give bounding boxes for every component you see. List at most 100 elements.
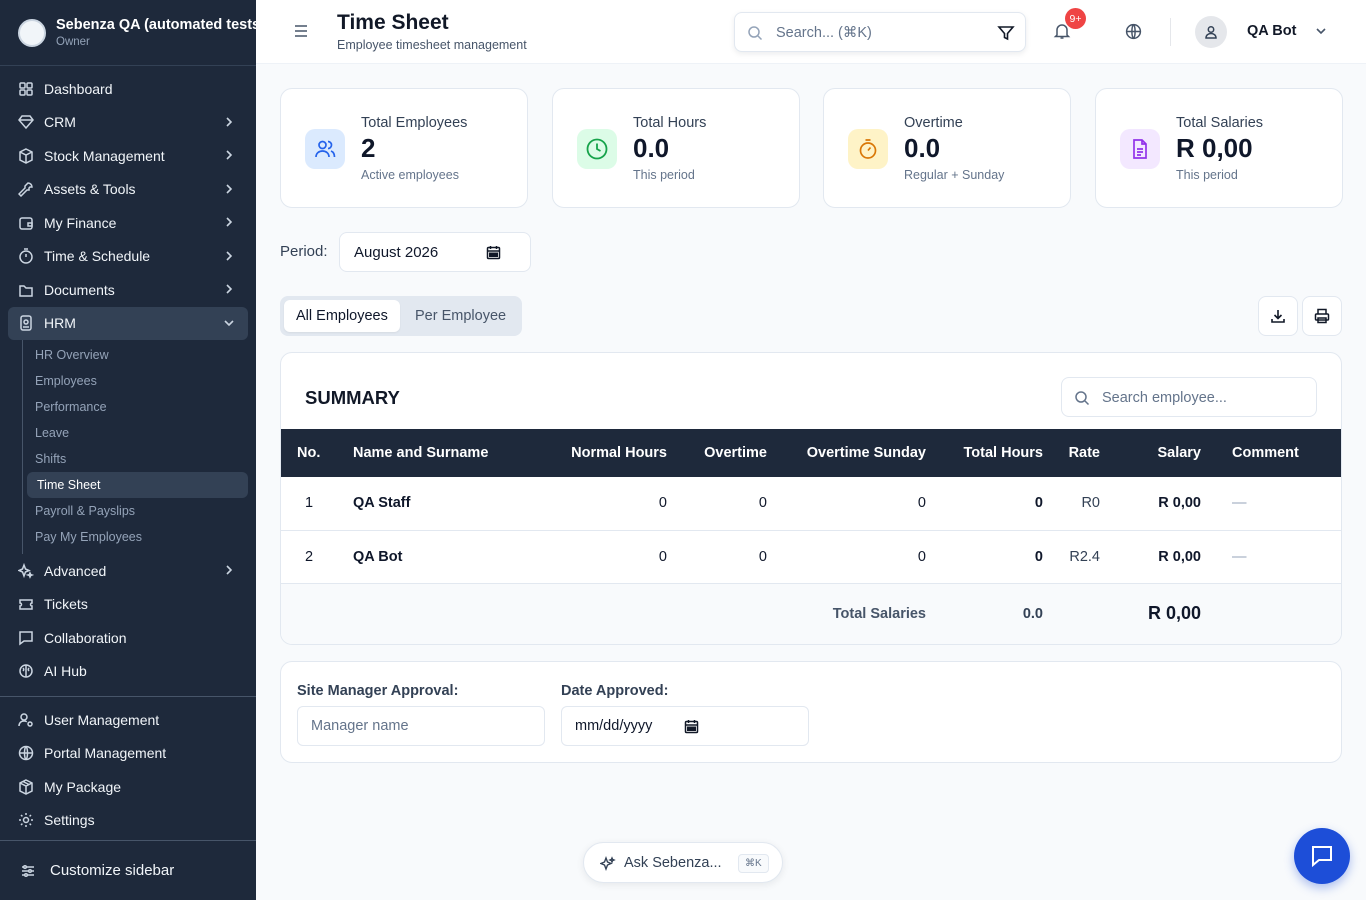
sidebar-subitem-performance[interactable]: Performance bbox=[35, 394, 248, 420]
menu-icon[interactable] bbox=[292, 22, 310, 40]
stat-label: Total Employees bbox=[361, 115, 468, 131]
calendar-icon[interactable] bbox=[486, 245, 501, 260]
approval-panel: Site Manager Approval: Manager name Date… bbox=[280, 661, 1342, 763]
stat-card-total-employees: Total Employees 2 Active employees bbox=[280, 88, 528, 208]
search-icon bbox=[1075, 391, 1090, 406]
view-tabs: All Employees Per Employee bbox=[280, 296, 522, 336]
sidebar-item-documents[interactable]: Documents bbox=[0, 273, 256, 307]
sidebar-item-time-schedule[interactable]: Time & Schedule bbox=[0, 240, 256, 274]
user-cog-icon bbox=[18, 712, 34, 728]
sidebar-item-label: HRM bbox=[44, 315, 76, 332]
org-switcher[interactable]: Sebenza QA (automated tests) Owner bbox=[0, 0, 256, 66]
sidebar-item-collaboration[interactable]: Collaboration bbox=[0, 621, 256, 655]
sidebar-subitem-leave[interactable]: Leave bbox=[35, 420, 248, 446]
global-search-input[interactable]: Search... (⌘K) bbox=[734, 12, 1026, 52]
sidebar-item-dashboard[interactable]: Dashboard bbox=[0, 72, 256, 106]
period-month-input[interactable]: August 2026 bbox=[339, 232, 531, 272]
sidebar-item-label: Advanced bbox=[44, 562, 107, 579]
column-header: Overtime Sunday bbox=[806, 445, 926, 461]
org-name: Sebenza QA (automated tests) bbox=[56, 16, 256, 33]
stat-label: Total Hours bbox=[633, 115, 707, 131]
sidebar-item-advanced[interactable]: Advanced bbox=[0, 554, 256, 588]
column-header: Total Hours bbox=[963, 445, 1043, 461]
sidebar-subitem-employees[interactable]: Employees bbox=[35, 368, 248, 394]
sidebar-item-assets-tools[interactable]: Assets & Tools bbox=[0, 173, 256, 207]
date-approved-input[interactable]: mm/dd/yyyy bbox=[561, 706, 809, 746]
stat-sub: This period bbox=[633, 168, 695, 182]
avatar[interactable] bbox=[1195, 16, 1227, 48]
sidebar-item-settings[interactable]: Settings bbox=[0, 804, 256, 838]
printer-icon bbox=[1314, 308, 1330, 324]
stat-sub: Regular + Sunday bbox=[904, 168, 1005, 182]
sidebar-nav: Dashboard CRM Stock Management Assets & … bbox=[0, 66, 256, 837]
column-header: Salary bbox=[1157, 445, 1201, 461]
sidebar-subitem-time-sheet[interactable]: Time Sheet bbox=[27, 472, 248, 498]
stat-card-total-hours: Total Hours 0.0 This period bbox=[552, 88, 800, 208]
stat-label: Overtime bbox=[904, 115, 963, 131]
sidebar-item-label: Time & Schedule bbox=[44, 248, 151, 265]
notifications-badge: 9+ bbox=[1065, 8, 1086, 29]
cell-name: QA Bot bbox=[353, 548, 403, 565]
globe-icon[interactable] bbox=[1125, 23, 1142, 40]
cell-salary: R 0,00 bbox=[1158, 548, 1201, 565]
customize-sidebar-button[interactable]: Customize sidebar bbox=[0, 840, 256, 900]
chevron-right-icon bbox=[226, 183, 233, 194]
period-label: Period: bbox=[280, 243, 328, 260]
column-header: No. bbox=[297, 445, 321, 461]
sidebar-subitem-shifts[interactable]: Shifts bbox=[35, 446, 248, 472]
employee-search-input[interactable]: Search employee... bbox=[1061, 377, 1317, 417]
document-icon bbox=[1120, 129, 1160, 169]
table-row[interactable]: 2 QA Bot 0 0 0 0 R2.4 R 0,00 — bbox=[281, 530, 1341, 583]
ask-assistant-button[interactable]: Ask Sebenza... ⌘K bbox=[583, 842, 783, 883]
sidebar-item-crm[interactable]: CRM bbox=[0, 106, 256, 140]
sidebar-subitem-pay-my-employees[interactable]: Pay My Employees bbox=[35, 524, 248, 550]
cell-total-hours: 0 bbox=[1034, 548, 1043, 565]
filter-icon[interactable] bbox=[997, 24, 1015, 42]
sidebar-item-tickets[interactable]: Tickets bbox=[0, 588, 256, 622]
sidebar-item-user-management[interactable]: User Management bbox=[0, 703, 256, 737]
cell-comment[interactable]: — bbox=[1201, 477, 1341, 530]
stat-value: 0.0 bbox=[904, 133, 941, 163]
search-placeholder: Search... (⌘K) bbox=[776, 25, 872, 41]
chevron-down-icon[interactable] bbox=[1314, 24, 1328, 38]
user-icon bbox=[1205, 26, 1217, 39]
column-header: Comment bbox=[1232, 445, 1299, 461]
folder-icon bbox=[18, 282, 34, 298]
download-button[interactable] bbox=[1258, 296, 1298, 336]
stat-value: R 0,00 bbox=[1176, 133, 1253, 163]
sidebar-item-my-package[interactable]: My Package bbox=[0, 770, 256, 804]
user-name[interactable]: QA Bot bbox=[1247, 23, 1296, 39]
table-row[interactable]: 1 QA Staff 0 0 0 0 R0 R 0,00 — bbox=[281, 477, 1341, 530]
sidebar-subitem-payroll-payslips[interactable]: Payroll & Payslips bbox=[35, 498, 248, 524]
sidebar-item-label: Documents bbox=[44, 281, 115, 298]
sidebar-item-ai-hub[interactable]: AI Hub bbox=[0, 655, 256, 689]
sidebar-subitem-hr-overview[interactable]: HR Overview bbox=[35, 342, 248, 368]
stopwatch-icon bbox=[848, 129, 888, 169]
sidebar-divider bbox=[0, 696, 256, 697]
sidebar-item-my-finance[interactable]: My Finance bbox=[0, 206, 256, 240]
sidebar-item-stock-management[interactable]: Stock Management bbox=[0, 139, 256, 173]
cell-overtime-sunday: 0 bbox=[917, 548, 926, 565]
print-button[interactable] bbox=[1302, 296, 1342, 336]
chevron-right-icon bbox=[226, 250, 233, 261]
cell-total-hours: 0 bbox=[1034, 495, 1043, 512]
tab-per-employee[interactable]: Per Employee bbox=[403, 300, 518, 332]
cell-rate: R0 bbox=[1081, 495, 1100, 512]
message-square-icon bbox=[18, 630, 34, 646]
totals-hours: 0.0 bbox=[1022, 605, 1043, 622]
summary-title: SUMMARY bbox=[305, 387, 400, 408]
org-role: Owner bbox=[56, 35, 90, 48]
sidebar-item-hrm[interactable]: HRM bbox=[8, 306, 248, 340]
cell-overtime: 0 bbox=[758, 548, 767, 565]
chat-button[interactable] bbox=[1294, 828, 1350, 884]
globe-icon bbox=[18, 745, 34, 761]
manager-name-input[interactable]: Manager name bbox=[297, 706, 545, 746]
hrm-submenu: HR Overview Employees Performance Leave … bbox=[22, 340, 256, 554]
column-header: Overtime bbox=[704, 445, 767, 461]
tab-all-employees[interactable]: All Employees bbox=[284, 300, 400, 332]
sidebar-item-portal-management[interactable]: Portal Management bbox=[0, 737, 256, 771]
calendar-icon[interactable] bbox=[684, 719, 699, 734]
sidebar-item-label: Settings bbox=[44, 812, 95, 829]
sidebar-item-label: CRM bbox=[44, 114, 76, 131]
cell-comment[interactable]: — bbox=[1201, 530, 1341, 583]
